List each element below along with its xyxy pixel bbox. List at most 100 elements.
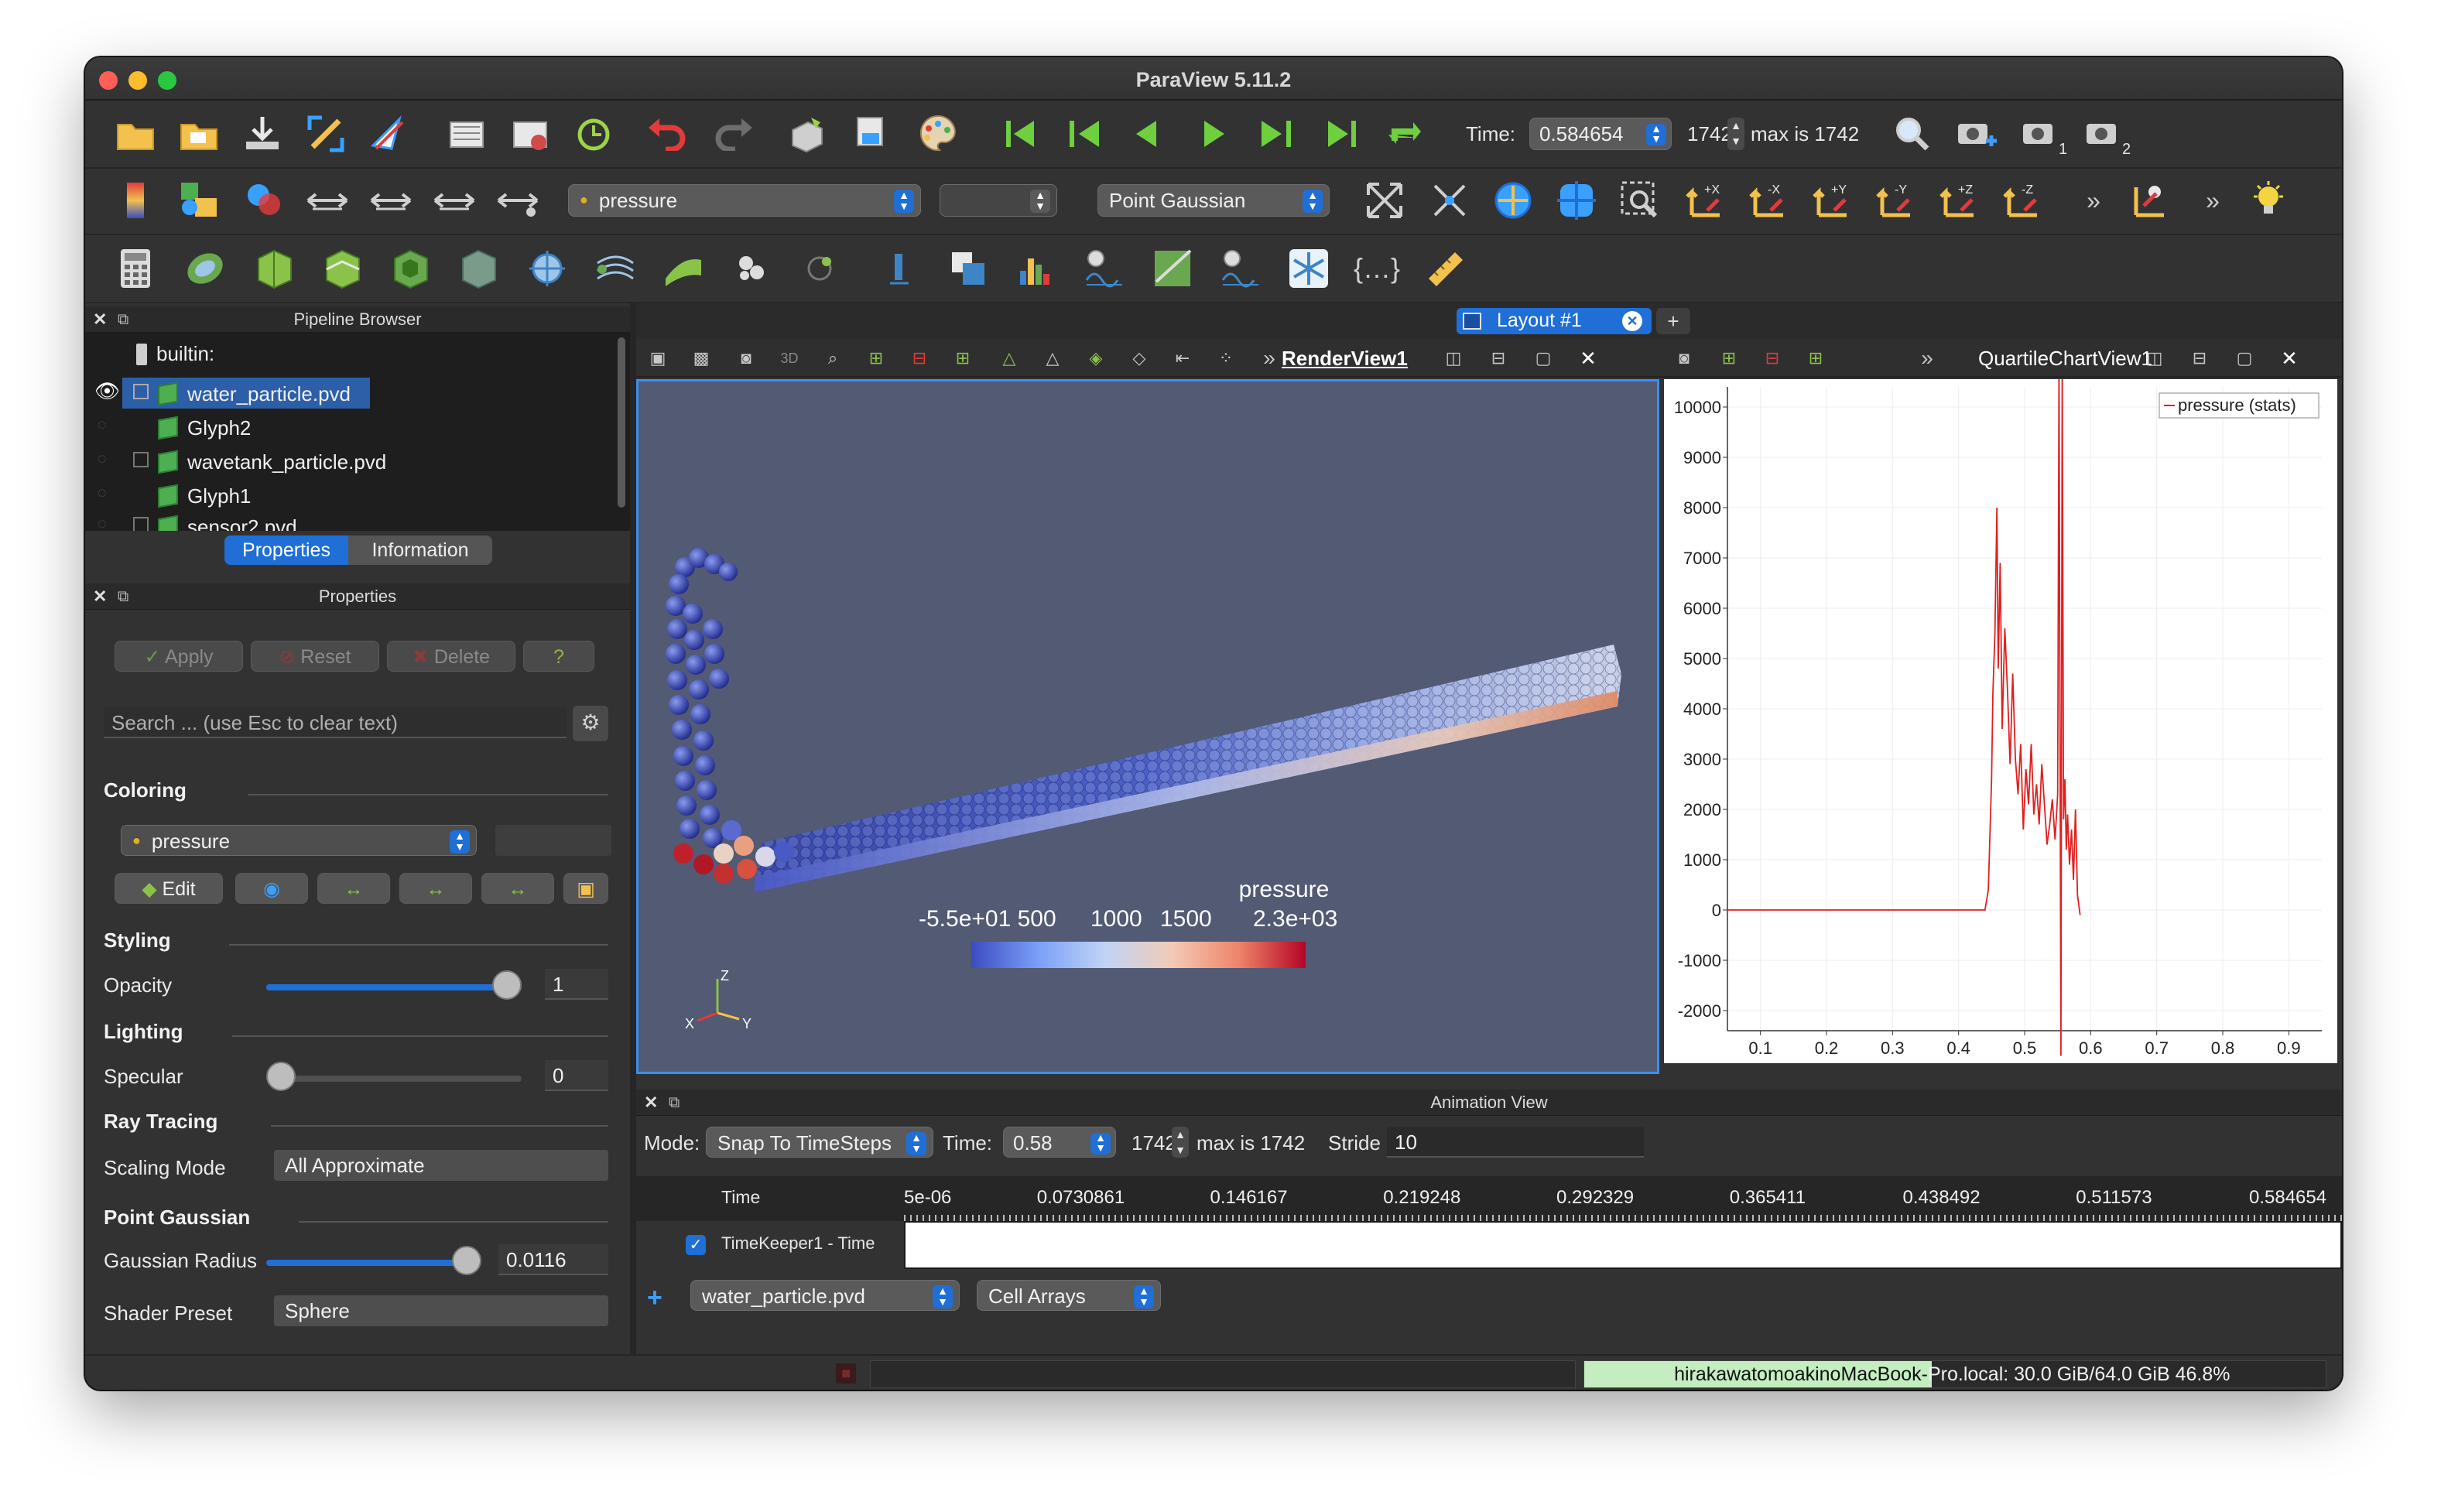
redo-icon[interactable]	[710, 111, 755, 156]
calculator-icon[interactable]	[113, 246, 158, 291]
rescale-data-range-icon[interactable]	[305, 178, 350, 223]
toggle-3d-button[interactable]: 3D	[774, 343, 805, 374]
zoom-to-box-icon[interactable]	[1618, 178, 1662, 223]
timekeeper-checkbox[interactable]: ✓	[686, 1235, 706, 1255]
tree-item-water-particle[interactable]: water_particle.pvd	[158, 381, 351, 406]
gaussian-radius-slider-track[interactable]	[266, 1260, 475, 1266]
specular-slider-track[interactable]	[266, 1076, 522, 1082]
group-datasets-icon[interactable]	[729, 246, 774, 291]
delete-button[interactable]: ✖ Delete	[387, 641, 515, 672]
add-camera-icon[interactable]	[1953, 111, 1998, 156]
add-track-icon[interactable]: +	[647, 1283, 662, 1313]
chart-camera-icon[interactable]: ◙	[1669, 343, 1700, 374]
render-toolbar-overflow-icon[interactable]: »	[1254, 343, 1285, 374]
play-icon[interactable]	[1190, 111, 1235, 156]
chart-split-vertical-icon[interactable]: ⊟	[2184, 343, 2215, 374]
extract-subset-icon[interactable]	[457, 246, 502, 291]
specular-slider-knob[interactable]	[266, 1062, 296, 1091]
split-vertical-icon[interactable]: ⊟	[1483, 343, 1514, 374]
float-panel-icon[interactable]: ⧉	[118, 306, 128, 333]
python-calculator-icon[interactable]: {…}	[1354, 246, 1400, 291]
threshold-icon[interactable]	[389, 246, 433, 291]
camera-icon[interactable]: ◙	[731, 343, 762, 374]
animation-step-arrows-icon[interactable]: ▲ ▼	[1172, 1127, 1189, 1158]
interaction-mode-icon[interactable]	[1554, 178, 1599, 223]
coloring-array-combo[interactable]: ● pressure ▲ ▼	[121, 825, 477, 856]
select-points-through-icon[interactable]: ⊞	[947, 343, 978, 374]
ruler-icon[interactable]	[1422, 246, 1467, 291]
close-panel-icon[interactable]: ✕	[644, 1090, 658, 1116]
play-backward-icon[interactable]	[1125, 111, 1170, 156]
camera-2-icon[interactable]	[2080, 111, 2125, 156]
rescale-temporal-icon[interactable]	[432, 178, 477, 223]
close-tab-icon[interactable]: ✕	[1622, 311, 1642, 331]
clip-icon[interactable]	[252, 246, 297, 291]
undo-icon[interactable]	[645, 111, 690, 156]
plot-data-over-time-icon[interactable]	[1082, 246, 1127, 291]
animation-time-spinbox[interactable]: 0.58 ▲ ▼	[1003, 1127, 1116, 1158]
chart-select-add-icon[interactable]: ⊞	[1713, 343, 1744, 374]
chart-toolbar-overflow-icon[interactable]: »	[1912, 343, 1943, 374]
time-spinbox[interactable]: 0.584654 ▲ ▼	[1529, 118, 1672, 150]
main-splitter[interactable]	[630, 303, 636, 1354]
scalar-bar-icon[interactable]	[176, 178, 221, 223]
rescale-temporal-button[interactable]: ↔	[481, 873, 554, 904]
rescale-custom-range-icon[interactable]	[368, 178, 413, 223]
eye-visible-icon[interactable]: 👁	[94, 379, 120, 403]
choose-preset-button[interactable]: ◉	[235, 873, 308, 904]
load-state-icon[interactable]	[444, 111, 489, 156]
stream-tracer-icon[interactable]	[593, 246, 638, 291]
chart-select-subtract-icon[interactable]: ⊟	[1757, 343, 1788, 374]
next-frame-icon[interactable]	[1254, 111, 1299, 156]
light-kit-icon[interactable]	[2246, 178, 2291, 223]
open-recent-icon[interactable]	[176, 111, 221, 156]
opacity-slider-knob[interactable]	[492, 970, 522, 1000]
animation-source-combo[interactable]: water_particle.pvd ▲ ▼	[690, 1280, 960, 1311]
orientation-axes-icon[interactable]	[2127, 178, 2172, 223]
render-view-canvas[interactable]: pressure -5.5e+01 500 1000 1500 2.3e+03 …	[636, 379, 1659, 1074]
camera-redo-icon[interactable]	[848, 111, 893, 156]
pipeline-scrollbar[interactable]	[618, 337, 625, 508]
close-view-icon[interactable]: ✕	[1573, 343, 1604, 374]
representation-combo[interactable]: Point Gaussian ▲ ▼	[1097, 184, 1330, 217]
mode-combo[interactable]: Snap To TimeSteps ▲ ▼	[706, 1127, 933, 1158]
gaussian-radius-slider-knob[interactable]	[452, 1246, 481, 1275]
apply-button[interactable]: ✓ Apply	[115, 641, 243, 672]
chart-close-view-icon[interactable]: ✕	[2274, 343, 2305, 374]
timeline-ruler[interactable]: 5e-06 0.0730861 0.146167 0.219248 0.292329 0.…	[904, 1176, 2342, 1221]
tab-layout-1[interactable]: Layout #1 ✕	[1457, 308, 1652, 334]
shader-preset-select[interactable]: Sphere	[274, 1295, 608, 1326]
disconnect-icon[interactable]	[365, 111, 410, 156]
slice-icon[interactable]	[320, 246, 365, 291]
rescale-visible-icon[interactable]	[495, 178, 540, 223]
hover-points-icon[interactable]: ◇	[1124, 343, 1155, 374]
warp-vector-icon[interactable]	[661, 246, 706, 291]
chart-split-horizontal-icon[interactable]: ◫	[2139, 343, 2170, 374]
reset-camera-closest-icon[interactable]	[1427, 178, 1472, 223]
timestep-spin-arrows-icon[interactable]: ▲ ▼	[1727, 118, 1744, 150]
open-folder-icon[interactable]	[113, 111, 158, 156]
tree-collapse-icon[interactable]	[133, 452, 149, 467]
opacity-field[interactable]: 1	[545, 969, 608, 1000]
loop-icon[interactable]	[1382, 111, 1427, 156]
maximize-view-icon[interactable]: ▢	[1528, 343, 1559, 374]
chart-select-toggle-icon[interactable]: ⊞	[1800, 343, 1831, 374]
save-data-icon[interactable]	[240, 111, 285, 156]
view-plus-z-icon[interactable]: +Z	[1936, 178, 1981, 223]
plot-over-time-icon[interactable]	[1150, 246, 1195, 291]
float-panel-icon[interactable]: ⧉	[118, 583, 128, 610]
close-panel-icon[interactable]: ✕	[93, 306, 107, 333]
select-points-on-icon[interactable]: ⊞	[861, 343, 892, 374]
view-capture-icon[interactable]: ▩	[686, 343, 717, 374]
first-frame-icon[interactable]	[998, 111, 1043, 156]
view-minus-y-icon[interactable]: -Y	[1873, 178, 1918, 223]
clear-selection-icon[interactable]: ⁘	[1210, 343, 1241, 374]
view-plus-y-icon[interactable]: +Y	[1809, 178, 1854, 223]
toolbar-overflow-2-icon[interactable]: »	[2190, 178, 2235, 223]
component-combo[interactable]: ▲ ▼	[940, 184, 1057, 217]
camera-1-icon[interactable]	[2017, 111, 2062, 156]
camera-undo-icon[interactable]	[785, 111, 830, 156]
plot-over-line-icon[interactable]	[946, 246, 991, 291]
edit-colormap-button[interactable]: ◆ Edit	[115, 873, 223, 904]
view-screenshot-icon[interactable]: ▣	[642, 343, 673, 374]
